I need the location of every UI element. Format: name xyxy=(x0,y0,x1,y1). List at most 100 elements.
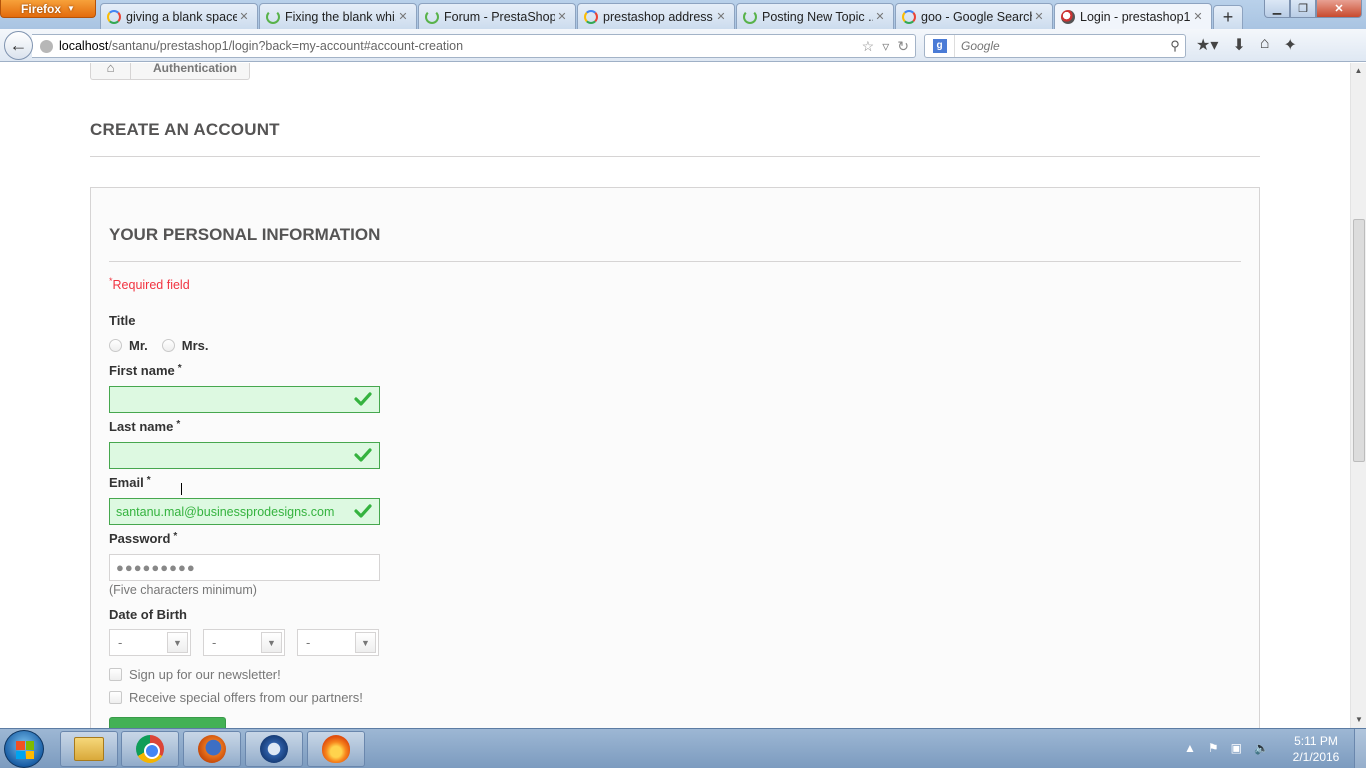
register-button[interactable] xyxy=(109,717,226,728)
minimize-button[interactable]: ▁ xyxy=(1264,0,1290,18)
dob-month-select[interactable]: - ▼ xyxy=(203,629,285,656)
close-tab-icon[interactable]: ✕ xyxy=(1191,10,1205,23)
volume-icon[interactable]: 🔈 xyxy=(1254,741,1269,755)
required-mark: * xyxy=(173,531,178,542)
tab-1[interactable]: Fixing the blank whi... ✕ xyxy=(259,3,417,29)
clock-date: 2/1/2016 xyxy=(1292,750,1340,764)
loading-spinner-icon xyxy=(425,9,439,24)
firefox-menu-button[interactable]: Firefox ▼ xyxy=(0,0,96,18)
tab-title: Fixing the blank whi... xyxy=(285,9,396,24)
page-scrollbar[interactable]: ▲ ▼ xyxy=(1350,63,1366,728)
tab-strip: giving a blank space... ✕ Fixing the bla… xyxy=(100,3,1243,29)
title-label: Title xyxy=(109,313,136,328)
explorer-icon xyxy=(74,737,104,761)
search-icon[interactable]: ⚲ xyxy=(1165,38,1185,54)
google-favicon-icon xyxy=(107,9,121,24)
tab-2[interactable]: Forum - PrestaShop ✕ xyxy=(418,3,576,29)
title-mrs-option[interactable]: Mrs. xyxy=(161,338,209,353)
password-field[interactable]: ●●●●●●●●● xyxy=(109,554,380,581)
scroll-down-icon[interactable]: ▼ xyxy=(1351,712,1366,728)
home-icon: ⌂ xyxy=(106,63,115,75)
close-tab-icon[interactable]: ✕ xyxy=(555,10,569,23)
address-bar[interactable]: localhost/santanu/prestashop1/login?back… xyxy=(32,34,916,58)
action-center-icon[interactable]: ⚑ xyxy=(1208,741,1219,755)
google-favicon-icon xyxy=(584,9,598,24)
last-name-field[interactable] xyxy=(109,442,380,469)
system-clock[interactable]: 5:11 PM 2/1/2016 xyxy=(1286,733,1346,765)
back-button[interactable]: ← xyxy=(4,31,33,60)
optin-label: Receive special offers from our partners… xyxy=(129,690,363,705)
close-tab-icon[interactable]: ✕ xyxy=(873,10,887,23)
taskbar-explorer[interactable] xyxy=(60,731,118,767)
start-button[interactable] xyxy=(4,730,44,768)
radio-button[interactable] xyxy=(109,339,122,352)
optin-option[interactable]: Receive special offers from our partners… xyxy=(109,690,363,705)
dob-year-select[interactable]: - ▼ xyxy=(297,629,379,656)
taskbar-thunderbird[interactable] xyxy=(245,731,303,767)
dob-day-select[interactable]: - ▼ xyxy=(109,629,191,656)
chevron-down-icon: ▼ xyxy=(167,632,188,653)
search-input[interactable] xyxy=(955,39,1165,53)
restore-button[interactable]: ❐ xyxy=(1290,0,1316,18)
tab-4[interactable]: Posting New Topic ... ✕ xyxy=(736,3,894,29)
newsletter-option[interactable]: Sign up for our newsletter! xyxy=(109,667,281,682)
dob-label: Date of Birth xyxy=(109,607,187,622)
email-field[interactable]: santanu.mal@businessprodesigns.com xyxy=(109,498,380,525)
newsletter-label: Sign up for our newsletter! xyxy=(129,667,281,682)
tab-0[interactable]: giving a blank space... ✕ xyxy=(100,3,258,29)
taskbar-firefox[interactable] xyxy=(183,731,241,767)
show-hidden-icons-icon[interactable]: ▲ xyxy=(1184,741,1196,755)
breadcrumb-current: Authentication xyxy=(153,63,237,75)
addon-icon[interactable]: ✦ xyxy=(1283,35,1296,55)
tab-6-active[interactable]: Login - prestashop1 ✕ xyxy=(1054,3,1212,29)
taskbar-chrome[interactable] xyxy=(121,731,179,767)
email-value: santanu.mal@businessprodesigns.com xyxy=(116,504,335,519)
taskbar-flame-app[interactable] xyxy=(307,731,365,767)
network-icon[interactable]: ▣ xyxy=(1231,741,1242,755)
history-dropdown-icon[interactable]: ▿ xyxy=(882,38,889,55)
close-window-button[interactable]: ✕ xyxy=(1316,0,1362,18)
chevron-down-icon: ▼ xyxy=(261,632,282,653)
downloads-icon[interactable]: ⬇ xyxy=(1232,35,1245,55)
first-name-field[interactable] xyxy=(109,386,380,413)
tab-5[interactable]: goo - Google Search ✕ xyxy=(895,3,1053,29)
divider xyxy=(109,261,1241,262)
navigation-toolbar: localhost/santanu/prestashop1/login?back… xyxy=(0,29,1366,62)
tab-3[interactable]: prestashop address ... ✕ xyxy=(577,3,735,29)
dob-selects: - ▼ - ▼ - ▼ xyxy=(109,629,379,656)
newsletter-checkbox[interactable] xyxy=(109,668,122,681)
prestashop-favicon-icon xyxy=(1061,9,1075,24)
system-tray: ▲ ⚑ ▣ 🔈 xyxy=(1184,741,1269,755)
firefox-icon xyxy=(198,735,226,763)
title-mr-label: Mr. xyxy=(129,338,148,353)
breadcrumb-home-link[interactable]: ⌂ xyxy=(91,63,131,79)
home-icon[interactable]: ⌂ xyxy=(1260,35,1270,55)
globe-icon xyxy=(40,39,53,53)
tab-title: Forum - PrestaShop xyxy=(444,9,555,24)
search-bar[interactable]: g ⚲ xyxy=(924,34,1186,58)
scrollbar-thumb[interactable] xyxy=(1353,219,1365,462)
optin-checkbox[interactable] xyxy=(109,691,122,704)
close-tab-icon[interactable]: ✕ xyxy=(396,10,410,23)
search-engine-selector[interactable]: g xyxy=(925,35,955,57)
window-titlebar: Firefox ▼ giving a blank space... ✕ Fixi… xyxy=(0,0,1366,29)
reload-icon[interactable]: ↻ xyxy=(897,38,909,55)
close-tab-icon[interactable]: ✕ xyxy=(237,10,251,23)
bookmarks-menu-icon[interactable]: ★▾ xyxy=(1196,35,1218,55)
section-title: YOUR PERSONAL INFORMATION xyxy=(109,225,381,244)
bookmark-star-icon[interactable]: ☆ xyxy=(862,38,875,55)
close-tab-icon[interactable]: ✕ xyxy=(1032,10,1046,23)
scroll-up-icon[interactable]: ▲ xyxy=(1351,63,1366,79)
first-name-label: First name * xyxy=(109,363,182,378)
new-tab-button[interactable]: + xyxy=(1213,5,1243,29)
page-viewport: ⌂ Authentication CREATE AN ACCOUNT YOUR … xyxy=(0,63,1350,728)
required-mark: * xyxy=(176,419,181,430)
taskbar: ▲ ⚑ ▣ 🔈 5:11 PM 2/1/2016 xyxy=(0,728,1366,768)
clock-time: 5:11 PM xyxy=(1294,734,1338,748)
title-mr-option[interactable]: Mr. xyxy=(109,338,148,353)
window-controls: ▁ ❐ ✕ xyxy=(1264,0,1362,18)
radio-button[interactable] xyxy=(161,339,175,352)
close-tab-icon[interactable]: ✕ xyxy=(714,10,728,23)
valid-check-icon xyxy=(354,504,372,518)
show-desktop-button[interactable] xyxy=(1354,729,1366,768)
